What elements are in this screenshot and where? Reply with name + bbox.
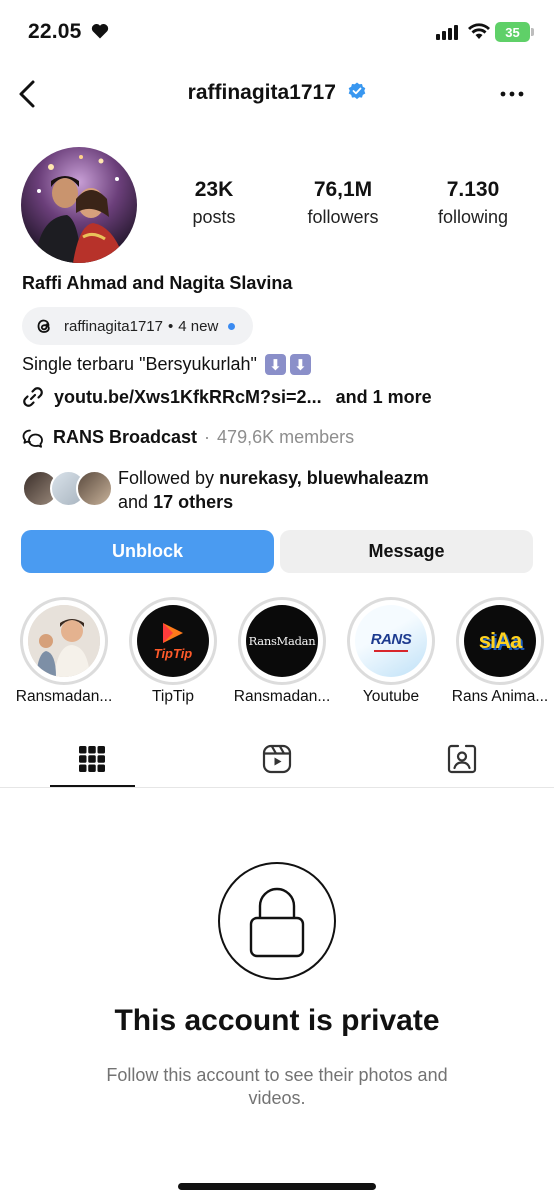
posts-label: posts — [192, 207, 236, 227]
battery-icon: 35 — [495, 22, 530, 42]
followed-by-prefix: Followed by — [118, 468, 215, 488]
highlight-cover-text: TipTip — [153, 646, 193, 661]
private-account-title: This account is private — [114, 1004, 440, 1037]
following-label: following — [437, 207, 509, 227]
posts-count: 23K — [194, 178, 234, 201]
bio: Single terbaru "Bersyukurlah" ⬇ ⬇ — [22, 354, 311, 375]
story-highlight[interactable]: RANS Youtube — [347, 597, 435, 706]
tab-tagged[interactable] — [370, 730, 554, 788]
mutual-followers[interactable]: Followed by nurekasy, bluewhaleazm and 1… — [22, 466, 542, 514]
following-count: 7.130 — [446, 178, 500, 201]
more-options-button[interactable] — [500, 84, 524, 104]
followed-by-others: 17 others — [153, 492, 234, 512]
broadcast-channel[interactable]: RANS Broadcast · 479,6K members — [22, 427, 354, 448]
posts-stat: 23K posts — [174, 178, 254, 228]
tab-reels[interactable] — [185, 730, 369, 788]
link-icon — [22, 386, 44, 408]
story-highlight[interactable]: RansMadan Ransmadan... — [234, 597, 330, 706]
cellular-signal-icon — [436, 24, 460, 45]
highlight-cover: TipTip — [137, 605, 209, 677]
play-triangle-icon — [163, 623, 183, 643]
profile-full-name: Raffi Ahmad and Nagita Slavina — [22, 273, 293, 293]
link-url: youtu.be/Xws1KfkRRcM?si=2... — [54, 386, 322, 407]
highlight-cover-text: siAa — [478, 628, 522, 653]
threads-status: 4 new — [178, 317, 219, 335]
highlight-label: Rans Anima... — [451, 688, 549, 705]
highlight-ring — [20, 597, 108, 685]
status-bar: 22.05 35 — [0, 0, 554, 64]
following-stat[interactable]: 7.130 following — [423, 178, 523, 228]
story-highlight[interactable]: siAa Rans Anima... — [452, 597, 548, 706]
verified-badge-icon — [348, 82, 366, 105]
profile-tabs — [0, 730, 554, 788]
threads-handle: raffinagita1717 — [64, 317, 163, 335]
threads-badge[interactable]: raffinagita1717 • 4 new — [22, 307, 254, 345]
channel-name: RANS Broadcast — [53, 427, 198, 447]
unblock-button[interactable]: Unblock — [21, 530, 274, 573]
new-indicator-dot — [228, 322, 236, 330]
profile-header: raffinagita1717 — [0, 64, 554, 126]
username: raffinagita1717 — [187, 81, 336, 104]
highlight-label: Ransmadan... — [233, 688, 331, 705]
highlight-label: Youtube — [362, 688, 420, 705]
private-account-subtitle: Follow this account to see their photos … — [106, 1065, 448, 1108]
threads-separator: • — [167, 317, 174, 335]
followers-stat[interactable]: 76,1M followers — [293, 178, 393, 228]
message-button[interactable]: Message — [280, 530, 533, 573]
threads-icon — [34, 316, 54, 336]
highlight-cover: RansMadan — [246, 605, 318, 677]
battery-tip — [531, 28, 534, 36]
status-time: 22.05 — [28, 20, 82, 43]
followed-by-names: nurekasy, bluewhaleazm — [219, 468, 429, 488]
wifi-icon — [468, 22, 490, 45]
highlight-label: TipTip — [152, 688, 194, 705]
bio-text: Single terbaru "Bersyukurlah" — [22, 354, 257, 374]
heart-icon — [91, 23, 109, 44]
highlight-cover-text: RansMadan — [248, 634, 316, 648]
tab-posts-grid[interactable] — [0, 730, 184, 788]
channel-separator: · — [204, 427, 211, 447]
mutual-avatar — [76, 470, 113, 507]
bio-link[interactable]: youtu.be/Xws1KfkRRcM?si=2... and 1 more — [22, 386, 432, 408]
channel-members: 479,6K members — [217, 427, 355, 447]
link-more: and 1 more — [335, 386, 432, 407]
highlight-ring: RansMadan — [238, 597, 326, 685]
ellipsis-icon — [500, 91, 524, 97]
highlight-cover: siAa — [464, 605, 536, 677]
highlight-ring: TipTip — [129, 597, 217, 685]
home-indicator[interactable] — [178, 1183, 376, 1190]
grid-icon — [79, 746, 105, 772]
lock-icon — [218, 862, 336, 980]
mutual-followers-text: Followed by nurekasy, bluewhaleazm and 1… — [118, 466, 429, 514]
highlight-cover: RANS — [355, 605, 427, 677]
highlight-ring: siAa — [456, 597, 544, 685]
profile-avatar[interactable] — [21, 147, 137, 263]
down-arrow-emoji-icon: ⬇ — [289, 354, 311, 375]
highlight-cover-text: RANS — [370, 630, 412, 648]
highlight-ring: RANS — [347, 597, 435, 685]
highlight-label: Ransmadan... — [15, 688, 113, 705]
story-highlight[interactable]: Ransmadan... — [16, 597, 112, 706]
active-tab-indicator — [50, 785, 135, 787]
down-arrow-emoji-icon: ⬇ — [264, 354, 286, 375]
story-highlight[interactable]: TipTip TipTip — [129, 597, 217, 706]
followed-by-and: and — [118, 492, 149, 512]
broadcast-channel-icon — [22, 428, 44, 448]
username-title: raffinagita1717 — [0, 81, 554, 105]
highlight-cover — [28, 605, 100, 677]
tagged-icon — [447, 744, 477, 774]
highlight-cover-underline — [374, 649, 408, 652]
reels-icon — [262, 744, 292, 774]
followers-count: 76,1M — [313, 178, 373, 201]
followers-label: followers — [307, 207, 379, 227]
